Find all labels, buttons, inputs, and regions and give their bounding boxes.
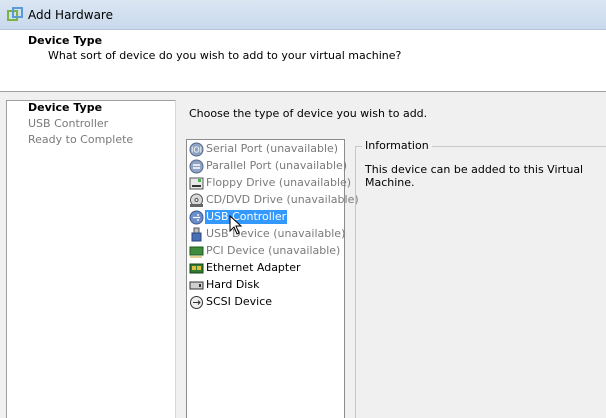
step-usb-controller[interactable]: USB Controller [28, 117, 108, 130]
list-item-scsi-device[interactable]: SCSI Device [187, 294, 344, 311]
parallel-port-icon [189, 159, 204, 174]
list-item-hard-disk[interactable]: Hard Disk [187, 277, 344, 294]
hard-disk-icon [189, 281, 204, 290]
ethernet-adapter-icon [189, 263, 204, 274]
device-label: SCSI Device [206, 295, 273, 308]
window-title: Add Hardware [28, 8, 113, 22]
vmware-logo-icon [7, 7, 23, 21]
device-label: Floppy Drive (unavailable) [206, 176, 352, 189]
wizard-header: Device Type What sort of device do you w… [0, 30, 606, 92]
wizard-steps: Device Type USB Controller Ready to Comp… [6, 100, 176, 418]
serial-port-icon: IOI [189, 142, 204, 157]
device-label: Ethernet Adapter [206, 261, 301, 274]
device-label: Parallel Port (unavailable) [206, 159, 348, 172]
cd-dvd-drive-icon [190, 193, 203, 207]
instruction-text: Choose the type of device you wish to ad… [189, 107, 428, 120]
device-label: USB Controller [205, 210, 288, 224]
list-item-parallel-port[interactable]: Parallel Port (unavailable) [187, 158, 347, 175]
device-label: PCI Device (unavailable) [206, 244, 341, 257]
title-bar[interactable]: Add Hardware [0, 0, 606, 30]
step-device-type[interactable]: Device Type [28, 101, 102, 114]
usb-device-icon [191, 227, 202, 242]
list-item-cd-dvd-drive[interactable]: CD/DVD Drive (unavailable) [187, 192, 359, 209]
information-legend: Information [362, 139, 432, 152]
pci-device-icon [189, 246, 204, 258]
floppy-drive-icon [189, 177, 204, 190]
list-item-usb-controller[interactable]: USB Controller [187, 209, 344, 226]
svg-text:IOI: IOI [191, 146, 202, 155]
step-ready-to-complete[interactable]: Ready to Complete [28, 133, 133, 146]
page-title: Device Type [28, 34, 103, 47]
list-item-ethernet-adapter[interactable]: Ethernet Adapter [187, 260, 344, 277]
page-subtitle: What sort of device do you wish to add t… [48, 49, 402, 62]
list-item-usb-device[interactable]: USB Device (unavailable) [187, 226, 346, 243]
device-label: Serial Port (unavailable) [206, 142, 339, 155]
device-label: CD/DVD Drive (unavailable) [206, 193, 359, 206]
device-label: Hard Disk [206, 278, 260, 291]
device-type-list[interactable]: IOI Serial Port (unavailable) Parallel P… [186, 139, 359, 418]
usb-controller-icon [189, 210, 204, 225]
scsi-device-icon [190, 296, 203, 309]
device-label: USB Device (unavailable) [206, 227, 346, 240]
list-item-serial-port[interactable]: IOI Serial Port (unavailable) [187, 141, 344, 158]
mouse-cursor-icon [229, 215, 243, 235]
information-text: This device can be added to this Virtual… [365, 163, 584, 189]
list-item-floppy-drive[interactable]: Floppy Drive (unavailable) [187, 175, 351, 192]
list-item-pci-device[interactable]: PCI Device (unavailable) [187, 243, 344, 260]
